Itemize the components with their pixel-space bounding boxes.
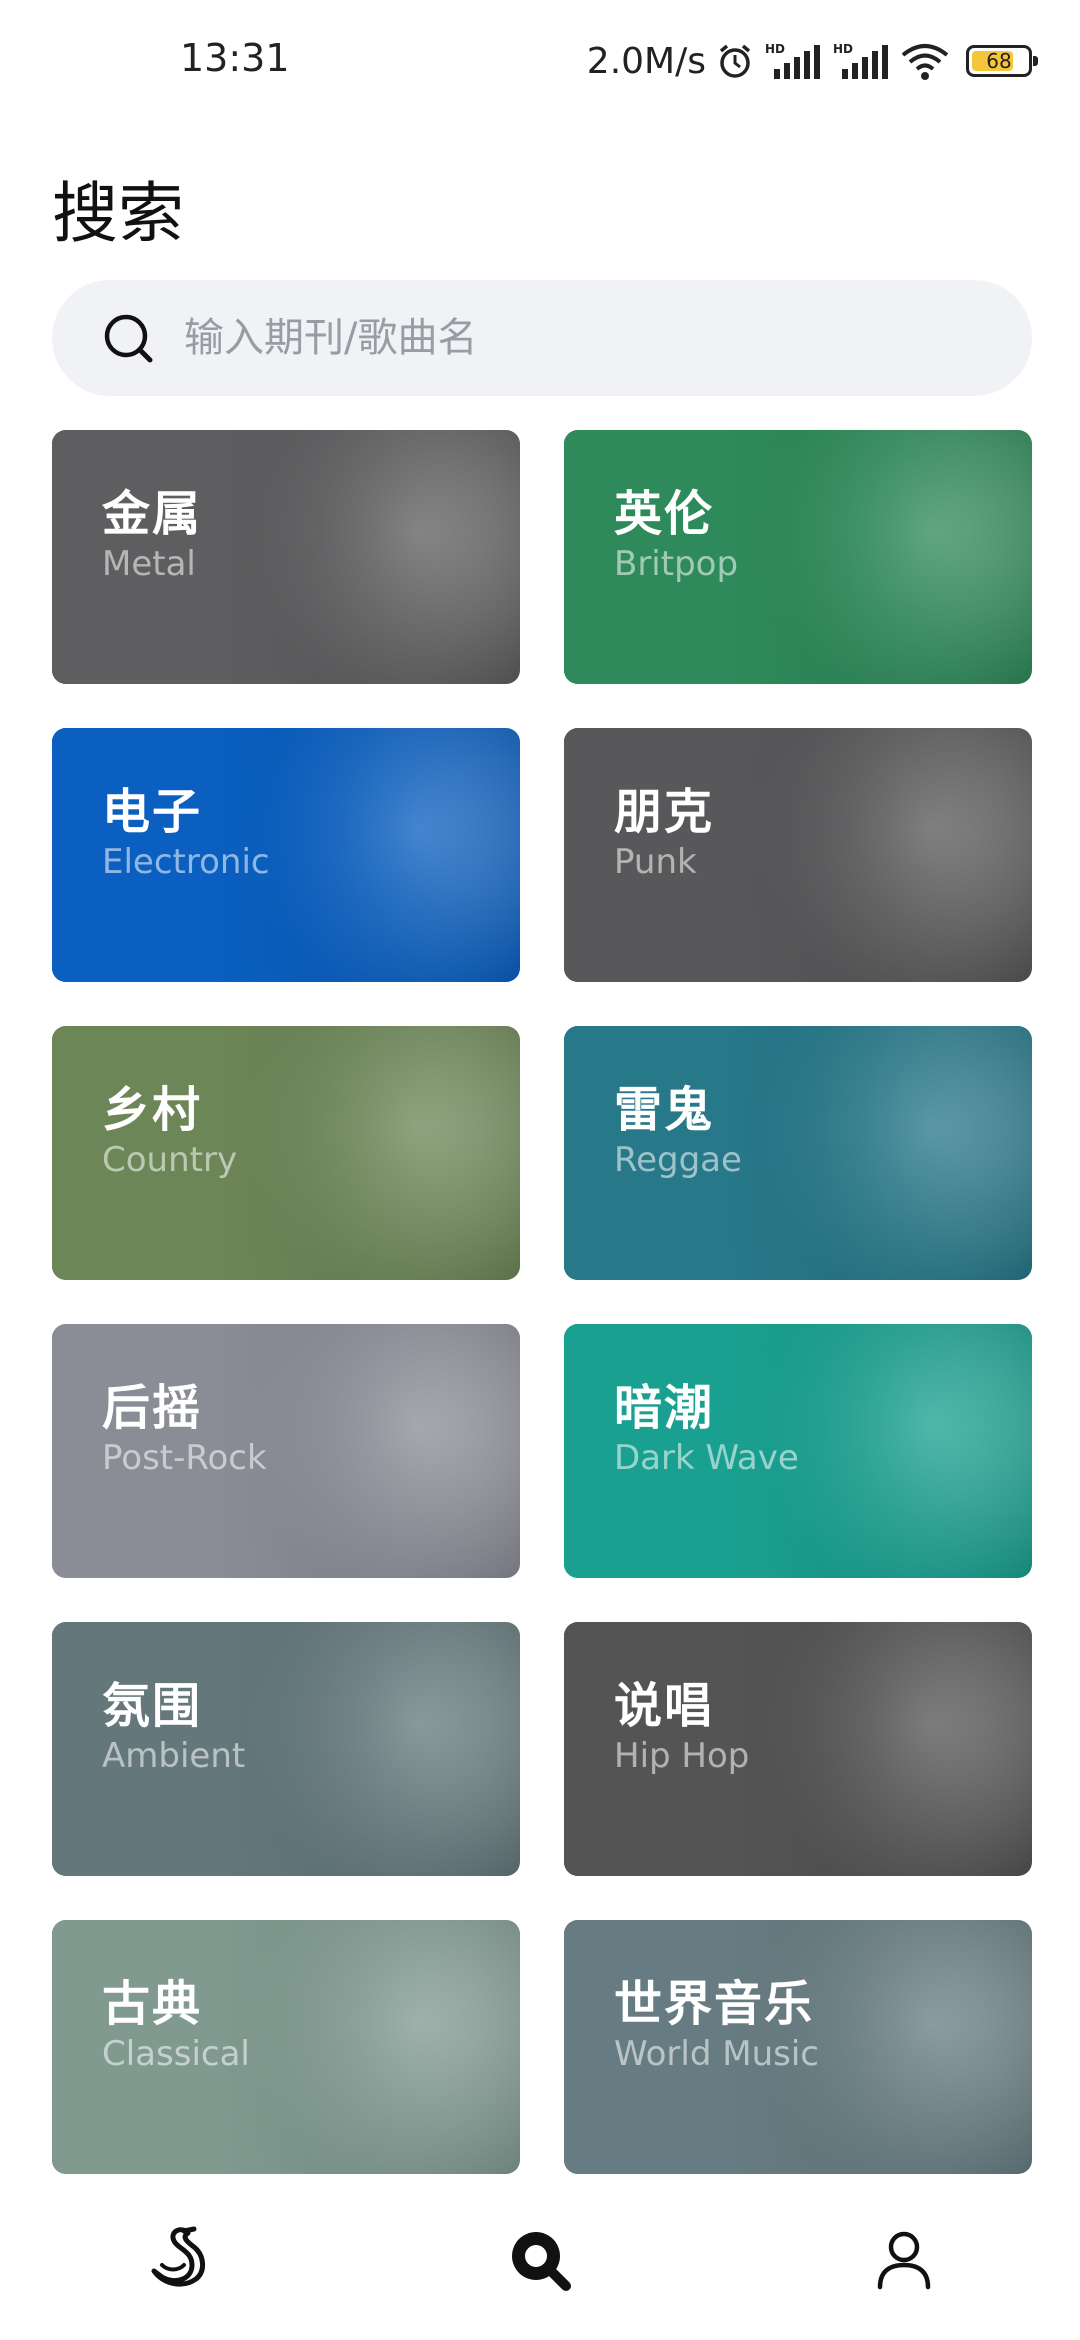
genre-name-zh: 雷鬼 [614, 1082, 715, 1138]
genre-card-electronic[interactable]: 电子 Electronic [52, 728, 520, 982]
status-bar: 13:31 2.0M/s HD HD 68 [0, 0, 1080, 120]
battery-tip [1033, 56, 1038, 66]
genre-name-en: World Music [614, 2034, 819, 2074]
genre-name-en: Country [102, 1140, 238, 1180]
genre-card-post-rock[interactable]: 后摇 Post-Rock [52, 1324, 520, 1578]
network-speed: 2.0M/s [586, 40, 706, 82]
genre-card-classical[interactable]: 古典 Classical [52, 1920, 520, 2174]
genre-card-hip-hop[interactable]: 说唱 Hip Hop [564, 1622, 1032, 1876]
genre-name-zh: 说唱 [614, 1678, 715, 1734]
search-icon [104, 314, 153, 363]
genre-name-en: Ambient [102, 1736, 246, 1776]
search-icon [512, 2232, 571, 2291]
genre-name-en: Punk [614, 842, 697, 882]
genre-name-en: Post-Rock [102, 1438, 267, 1478]
genre-name-zh: 朋克 [614, 784, 715, 840]
svg-text:HD: HD [833, 42, 853, 56]
nav-profile-button[interactable] [864, 2220, 944, 2300]
nav-home-button[interactable] [140, 2220, 220, 2300]
genre-card-metal[interactable]: 金属 Metal [52, 430, 520, 684]
genre-name-zh: 乡村 [102, 1082, 203, 1138]
status-time: 13:31 [180, 36, 290, 80]
hd-signal-icon: HD [765, 42, 820, 79]
genre-name-zh: 世界音乐 [614, 1976, 815, 2032]
genre-name-zh: 暗潮 [614, 1380, 715, 1436]
genre-name-zh: 古典 [102, 1976, 203, 2032]
genre-grid: 金属 Metal 英伦 Britpop 电子 Electronic 朋克 Pun… [52, 430, 1032, 2174]
genre-card-punk[interactable]: 朋克 Punk [564, 728, 1032, 982]
battery-icon: 68 [966, 45, 1038, 77]
genre-name-en: Reggae [614, 1140, 742, 1180]
genre-name-zh: 英伦 [614, 486, 715, 542]
search-input[interactable] [182, 314, 1032, 362]
genre-name-en: Dark Wave [614, 1438, 799, 1478]
profile-icon [877, 2231, 931, 2290]
genre-name-en: Britpop [614, 544, 739, 584]
genre-name-en: Classical [102, 2034, 250, 2074]
alarm-icon [719, 44, 751, 78]
genre-card-dark-wave[interactable]: 暗潮 Dark Wave [564, 1324, 1032, 1578]
wifi-icon [901, 44, 949, 80]
bottom-nav [0, 2180, 1080, 2340]
genre-card-world-music[interactable]: 世界音乐 World Music [564, 1920, 1032, 2174]
genre-card-reggae[interactable]: 雷鬼 Reggae [564, 1026, 1032, 1280]
svg-text:HD: HD [765, 42, 785, 56]
swan-logo-icon [151, 2226, 205, 2287]
page-title: 搜索 [52, 175, 184, 252]
genre-name-zh: 后摇 [102, 1380, 203, 1436]
genre-name-en: Electronic [102, 842, 270, 882]
status-indicators: 2.0M/s HD HD 68 [586, 36, 1038, 86]
battery-level: 68 [986, 49, 1012, 73]
genre-card-britpop[interactable]: 英伦 Britpop [564, 430, 1032, 684]
genre-name-en: Hip Hop [614, 1736, 750, 1776]
genre-card-ambient[interactable]: 氛围 Ambient [52, 1622, 520, 1876]
search-bar[interactable] [52, 280, 1032, 396]
genre-card-country[interactable]: 乡村 Country [52, 1026, 520, 1280]
hd-signal-icon: HD [833, 42, 888, 79]
genre-name-en: Metal [102, 544, 196, 584]
nav-search-button[interactable] [500, 2220, 580, 2300]
genre-name-zh: 电子 [102, 784, 203, 840]
genre-name-zh: 金属 [102, 486, 203, 542]
genre-name-zh: 氛围 [102, 1678, 203, 1734]
